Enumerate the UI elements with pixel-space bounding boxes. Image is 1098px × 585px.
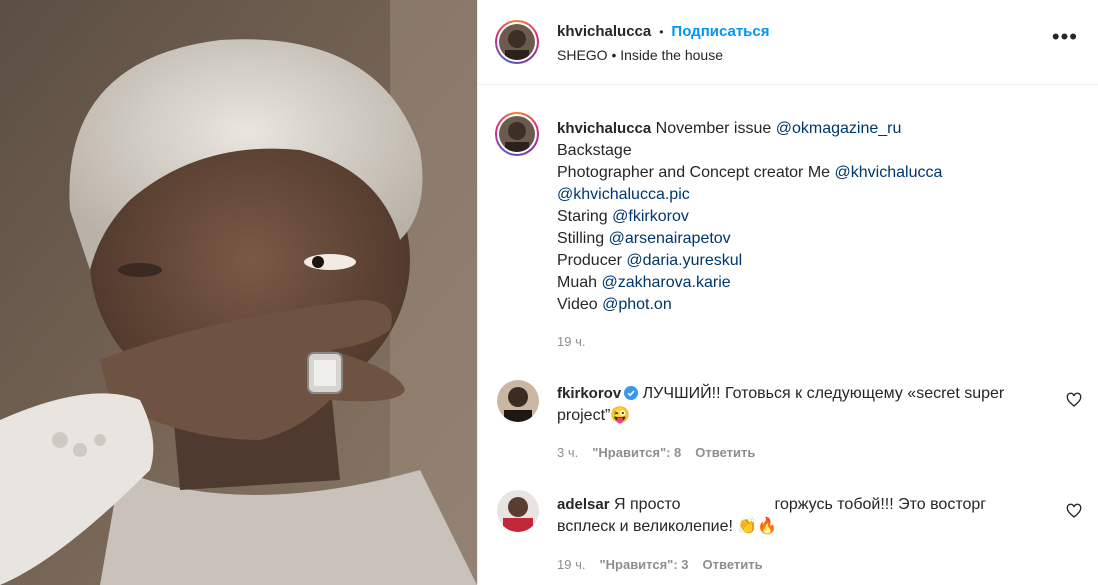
reply-button[interactable]: Ответить [695, 445, 755, 460]
mention-link[interactable]: @okmagazine_ru [776, 120, 902, 137]
mention-link[interactable]: @phot.on [602, 296, 672, 313]
comment-author[interactable]: adelsar [557, 496, 610, 513]
post-image [0, 0, 477, 585]
caption-text: Photographer and Concept creator Me [557, 164, 831, 181]
caption-text: Producer [557, 252, 622, 269]
comment-emoji: 👏🔥 [737, 518, 778, 535]
comment-likes[interactable]: "Нравится": 8 [592, 445, 681, 460]
comment-author[interactable]: fkirkorov [557, 385, 621, 402]
mention-link[interactable]: @khvichalucca.pic [557, 186, 690, 203]
comment-meta: 3 ч. "Нравится": 8 Ответить [557, 445, 755, 460]
caption-author-avatar[interactable] [495, 112, 539, 156]
post-location[interactable]: SHEGO • Inside the house [557, 47, 723, 63]
post-side-panel: khvichalucca • Подписаться SHEGO • Insid… [477, 0, 1098, 585]
caption-text: Muah [557, 274, 598, 291]
commenter-avatar[interactable] [497, 380, 539, 422]
caption-text: November issue [655, 120, 772, 137]
comment-timestamp[interactable]: 19 ч. [557, 557, 585, 572]
comment-text: adelsar Я просто горжусь тобой!!! Это вос… [557, 494, 1017, 538]
mention-link[interactable]: @zakharova.karie [601, 274, 730, 291]
header-separator: • [659, 24, 664, 39]
comment-text: fkirkorov ЛУЧШИЙ!! Готовься к следующему… [557, 383, 1017, 427]
mention-link[interactable]: @arsenairapetov [609, 230, 731, 247]
post-photo[interactable] [0, 0, 477, 585]
caption-text: Staring [557, 208, 608, 225]
author-avatar[interactable] [495, 20, 539, 64]
comment-timestamp[interactable]: 3 ч. [557, 445, 578, 460]
mention-link[interactable]: @fkirkorov [612, 208, 689, 225]
mention-link[interactable]: @daria.yureskul [626, 252, 742, 269]
heart-icon[interactable] [1066, 503, 1082, 519]
caption-author[interactable]: khvichalucca [557, 120, 651, 137]
comment-body: Я просто [614, 496, 681, 513]
caption-text: Video [557, 296, 598, 313]
comment-likes[interactable]: "Нравится": 3 [599, 557, 688, 572]
comment-emoji: 😜 [610, 407, 631, 424]
post-header: khvichalucca • Подписаться SHEGO • Insid… [478, 0, 1098, 85]
caption-line: Backstage [557, 142, 632, 159]
author-username[interactable]: khvichalucca [557, 23, 651, 40]
verified-badge-icon [624, 386, 639, 400]
heart-icon[interactable] [1066, 392, 1082, 408]
commenter-avatar[interactable] [497, 490, 539, 532]
post-caption: khvichalucca November issue @okmagazine_… [557, 118, 1027, 316]
caption-text: Stilling [557, 230, 605, 247]
comment-meta: 19 ч. "Нравится": 3 Ответить [557, 557, 763, 572]
more-options-icon[interactable]: ••• [1052, 26, 1078, 48]
reply-button[interactable]: Ответить [703, 557, 763, 572]
caption-timestamp[interactable]: 19 ч. [557, 334, 585, 349]
mention-link[interactable]: @khvichalucca [835, 164, 943, 181]
follow-button[interactable]: Подписаться [671, 23, 769, 40]
